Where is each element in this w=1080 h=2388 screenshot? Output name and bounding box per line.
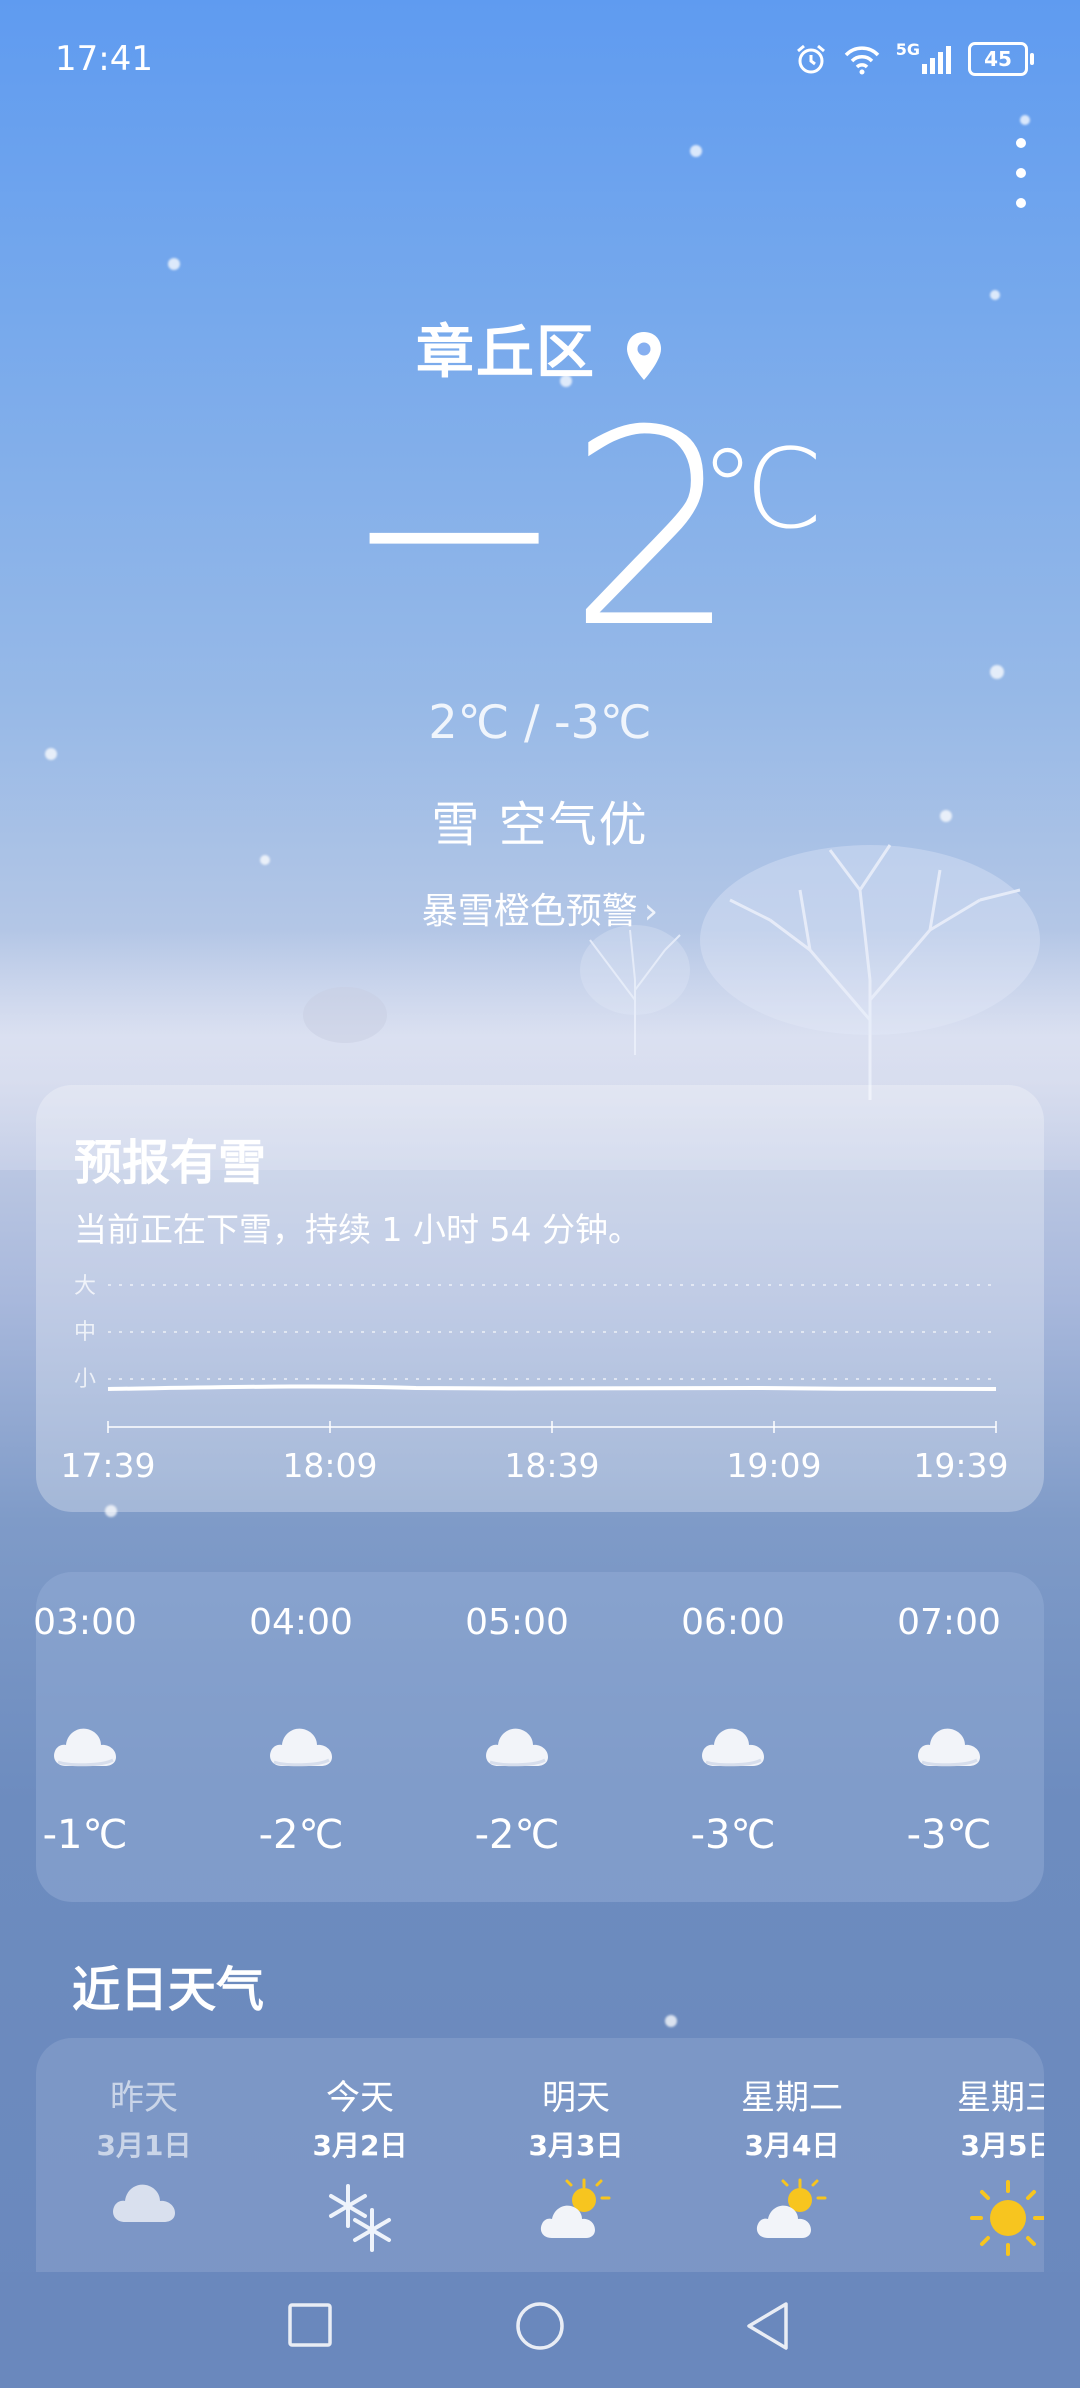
recent-apps-button[interactable]: [285, 2300, 335, 2350]
snowy-tree-illustration: [700, 844, 1040, 1100]
snowflake-dot: [690, 145, 702, 157]
chevron-right-icon: ›: [643, 891, 659, 932]
day-date: 3月2日: [312, 2129, 408, 2162]
partly-cloudy-icon: [540, 2178, 611, 2238]
hour-time: 07:00: [897, 1602, 1001, 1643]
day-date: 3月3日: [528, 2129, 624, 2162]
distant-tree-illustration: [303, 987, 387, 1043]
signal-icon: [922, 46, 951, 74]
day-name: 星期二: [741, 2078, 843, 2118]
dot-icon: [1016, 168, 1026, 178]
hour-time: 03:00: [33, 1602, 137, 1643]
day-name: 昨天: [110, 2078, 178, 2118]
hour-time: 05:00: [465, 1602, 569, 1643]
hour-temperature: -2℃: [258, 1812, 344, 1858]
snowflake-dot: [990, 290, 1000, 300]
temperature-range: 2℃ / -3℃: [428, 695, 652, 749]
more-menu-button[interactable]: [1010, 138, 1032, 208]
weather-warning-link[interactable]: 暴雪橙色预警 ›: [0, 882, 1080, 934]
cloud-icon: [702, 1728, 764, 1767]
daily-section-title: 近日天气: [72, 1962, 265, 2018]
hour-temperature: -1℃: [42, 1812, 128, 1858]
level-label-large: 大: [74, 1274, 96, 1299]
cloud-icon: [54, 1728, 116, 1767]
current-temperature: −2: [340, 372, 739, 687]
snow-card-title: 预报有雪: [74, 1135, 267, 1191]
day-name: 明天: [542, 2078, 610, 2118]
time-label: 19:39: [913, 1446, 1008, 1485]
home-button[interactable]: [514, 2300, 566, 2352]
cloud-icon: [918, 1728, 980, 1767]
day-date: 3月5日: [960, 2129, 1044, 2162]
hour-temperature: -2℃: [474, 1812, 560, 1858]
dot-icon: [1016, 198, 1026, 208]
time-label: 19:09: [726, 1446, 821, 1485]
day-name: 星期三: [957, 2078, 1044, 2118]
time-label: 17:39: [60, 1446, 155, 1485]
level-label-small: 小: [74, 1367, 96, 1392]
snowflake-dot: [665, 2015, 677, 2027]
time-label: 18:39: [504, 1446, 599, 1485]
hourly-forecast-card[interactable]: 03:00 -1℃ 04:00 -2℃ 05:00 -2℃ 06:00 -3℃ …: [33, 1572, 1044, 1902]
hour-time: 04:00: [249, 1602, 353, 1643]
cloud-icon: [486, 1728, 548, 1767]
warning-text: 暴雪橙色预警: [421, 891, 638, 932]
hour-temperature: -3℃: [906, 1812, 992, 1858]
temperature-unit: ℃: [700, 425, 824, 553]
precipitation-line: [107, 1384, 997, 1391]
system-navigation-bar: [0, 2272, 1080, 2388]
alarm-icon: [796, 44, 825, 74]
time-label: 18:09: [282, 1446, 377, 1485]
back-button[interactable]: [743, 2300, 793, 2352]
network-type: 5G: [895, 40, 920, 59]
snowflake-dot: [260, 855, 270, 865]
day-date: 3月1日: [96, 2129, 192, 2162]
snowflake-dot: [45, 748, 57, 760]
day-date: 3月4日: [744, 2129, 840, 2162]
snowflake-dot: [990, 665, 1004, 679]
dot-icon: [1016, 138, 1026, 148]
hour-time: 06:00: [681, 1602, 785, 1643]
snow-card-description: 当前正在下雪，持续 1 小时 54 分钟。: [74, 1210, 641, 1249]
day-name: 今天: [326, 2078, 394, 2118]
hour-temperature: -3℃: [690, 1812, 776, 1858]
level-label-medium: 中: [74, 1320, 96, 1345]
status-bar: 17:41 5G 45: [0, 0, 1080, 118]
status-time: 17:41: [55, 39, 153, 79]
partly-cloudy-icon: [756, 2178, 827, 2238]
snowflake-dot: [168, 258, 180, 270]
cloud-icon: [113, 2184, 175, 2222]
precipitation-chart: 大 中 小 17:39 18:09 18:39 19:09 19:39: [60, 1274, 1008, 1485]
wifi-icon: [844, 46, 880, 75]
battery-icon: 45: [968, 42, 1034, 76]
sun-icon: [970, 2180, 1044, 2256]
weather-condition: 雪 空气优: [431, 797, 649, 853]
cloud-icon: [270, 1728, 332, 1767]
signal-group: 5G: [896, 40, 954, 74]
daily-forecast-card[interactable]: 昨天 3月1日 今天 3月2日 明天 3月3日 星期二 3月4日 星期三 3月5…: [36, 2038, 1044, 2273]
battery-level: 45: [984, 47, 1012, 71]
snowflake-icon: [329, 2184, 391, 2252]
snow-forecast-card[interactable]: 预报有雪 当前正在下雪，持续 1 小时 54 分钟。 大 中 小 17:39 1…: [36, 1085, 1044, 1512]
status-icons: 5G 45: [794, 40, 1034, 76]
